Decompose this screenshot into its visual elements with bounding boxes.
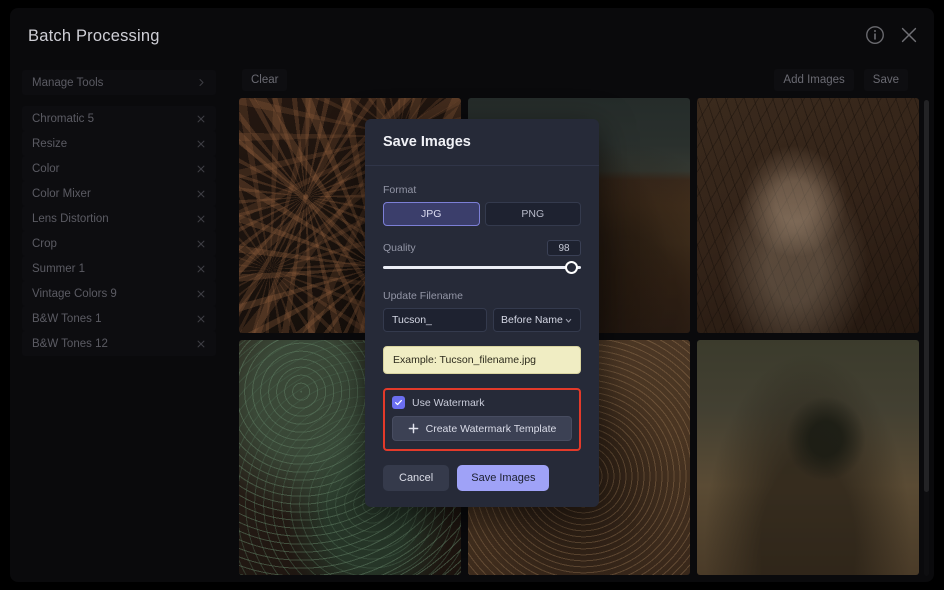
format-label: Format — [383, 184, 417, 196]
sidebar-tool-label: Crop — [32, 237, 57, 250]
gallery-scrollbar-track[interactable] — [924, 100, 929, 576]
close-x-icon[interactable] — [196, 289, 206, 299]
sidebar-tool-item[interactable]: Vintage Colors 9 — [22, 281, 216, 306]
quality-slider-track — [383, 266, 581, 269]
close-icon[interactable] — [898, 24, 920, 46]
save-images-dialog: Save Images Format JPG PNG Quality 98 Up… — [365, 119, 599, 507]
joshua-tree-thumbnail[interactable] — [697, 340, 919, 575]
create-watermark-template-button[interactable]: Create Watermark Template — [392, 416, 572, 441]
close-x-icon[interactable] — [196, 164, 206, 174]
filename-position-value: Before Name — [501, 314, 563, 326]
sidebar: Manage Tools Chromatic 5 Resize Color Color… — [10, 64, 228, 582]
sidebar-tool-label: Vintage Colors 9 — [32, 287, 117, 300]
chevron-right-icon — [199, 78, 204, 87]
format-segmented-control: JPG PNG — [383, 202, 581, 226]
manage-tools-label: Manage Tools — [32, 76, 104, 89]
sidebar-tool-label: Resize — [32, 137, 68, 150]
watermark-section: Use Watermark Create Watermark Template — [383, 388, 581, 451]
close-x-icon[interactable] — [196, 114, 206, 124]
sidebar-tool-item[interactable]: Chromatic 5 — [22, 106, 216, 131]
quality-row: Quality 98 — [383, 240, 581, 256]
filename-position-select[interactable]: Before Name — [493, 308, 581, 332]
checkmark-icon — [395, 399, 402, 406]
quality-label: Quality — [383, 242, 416, 254]
close-x-icon[interactable] — [196, 264, 206, 274]
dialog-footer: Cancel Save Images — [383, 465, 581, 491]
filename-row: Before Name — [383, 308, 581, 332]
sidebar-tool-item[interactable]: Resize — [22, 131, 216, 156]
update-filename-label: Update Filename — [383, 290, 463, 302]
save-button[interactable]: Save — [863, 69, 908, 91]
sidebar-tool-label: Chromatic 5 — [32, 112, 94, 125]
dialog-header: Save Images — [365, 119, 599, 166]
close-x-icon[interactable] — [196, 214, 206, 224]
info-circle-icon[interactable] — [864, 24, 886, 46]
sidebar-tool-item[interactable]: Summer 1 — [22, 256, 216, 281]
sidebar-item-manage-tools[interactable]: Manage Tools — [22, 70, 216, 95]
dialog-title: Save Images — [383, 134, 471, 150]
add-images-button[interactable]: Add Images — [774, 69, 854, 91]
tool-list: Chromatic 5 Resize Color Color Mixer Lens Di… — [22, 106, 216, 356]
close-x-icon[interactable] — [196, 239, 206, 249]
sidebar-tool-item[interactable]: B&W Tones 12 — [22, 331, 216, 356]
plus-icon — [408, 423, 418, 434]
close-x-icon[interactable] — [196, 339, 206, 349]
portrait-greenhouse-thumbnail[interactable] — [697, 98, 919, 333]
chevron-down-icon — [565, 318, 572, 323]
quality-slider[interactable] — [383, 260, 581, 276]
filename-example: Example: Tucson_filename.jpg — [383, 346, 581, 374]
close-x-icon[interactable] — [196, 314, 206, 324]
title-bar: Batch Processing — [10, 8, 934, 64]
save-images-button[interactable]: Save Images — [457, 465, 550, 491]
sidebar-tool-label: Summer 1 — [32, 262, 86, 275]
sidebar-tool-label: Color Mixer — [32, 187, 91, 200]
sidebar-tool-item[interactable]: Color Mixer — [22, 181, 216, 206]
sidebar-tool-item[interactable]: B&W Tones 1 — [22, 306, 216, 331]
format-option-jpg[interactable]: JPG — [383, 202, 480, 226]
sidebar-tool-item[interactable]: Lens Distortion — [22, 206, 216, 231]
gallery-scrollbar-thumb[interactable] — [924, 100, 929, 492]
gallery-toolbar: Clear Add Images Save — [228, 64, 934, 96]
filename-input[interactable] — [383, 308, 487, 332]
page-title: Batch Processing — [28, 26, 160, 45]
title-bar-actions — [864, 24, 920, 46]
use-watermark-row[interactable]: Use Watermark — [392, 396, 572, 409]
sidebar-tool-label: Color — [32, 162, 60, 175]
sidebar-tool-item[interactable]: Crop — [22, 231, 216, 256]
close-x-icon[interactable] — [196, 189, 206, 199]
sidebar-tool-label: B&W Tones 1 — [32, 312, 102, 325]
toolbar-right-group: Add Images Save — [774, 69, 908, 91]
batch-processing-app: Batch Processing Manage Tools Chromatic … — [0, 0, 944, 590]
use-watermark-checkbox[interactable] — [392, 396, 405, 409]
quality-slider-handle[interactable] — [565, 261, 578, 274]
cancel-button[interactable]: Cancel — [383, 465, 450, 491]
app-window: Batch Processing Manage Tools Chromatic … — [10, 8, 934, 582]
dialog-body: Format JPG PNG Quality 98 Update Filenam… — [365, 166, 599, 507]
create-watermark-template-label: Create Watermark Template — [425, 422, 557, 435]
quality-value[interactable]: 98 — [547, 240, 581, 256]
clear-button[interactable]: Clear — [242, 69, 288, 91]
use-watermark-label: Use Watermark — [412, 396, 485, 409]
format-option-png[interactable]: PNG — [484, 202, 581, 226]
close-x-icon[interactable] — [196, 139, 206, 149]
sidebar-tool-label: B&W Tones 12 — [32, 337, 108, 350]
sidebar-tool-item[interactable]: Color — [22, 156, 216, 181]
sidebar-tool-label: Lens Distortion — [32, 212, 109, 225]
